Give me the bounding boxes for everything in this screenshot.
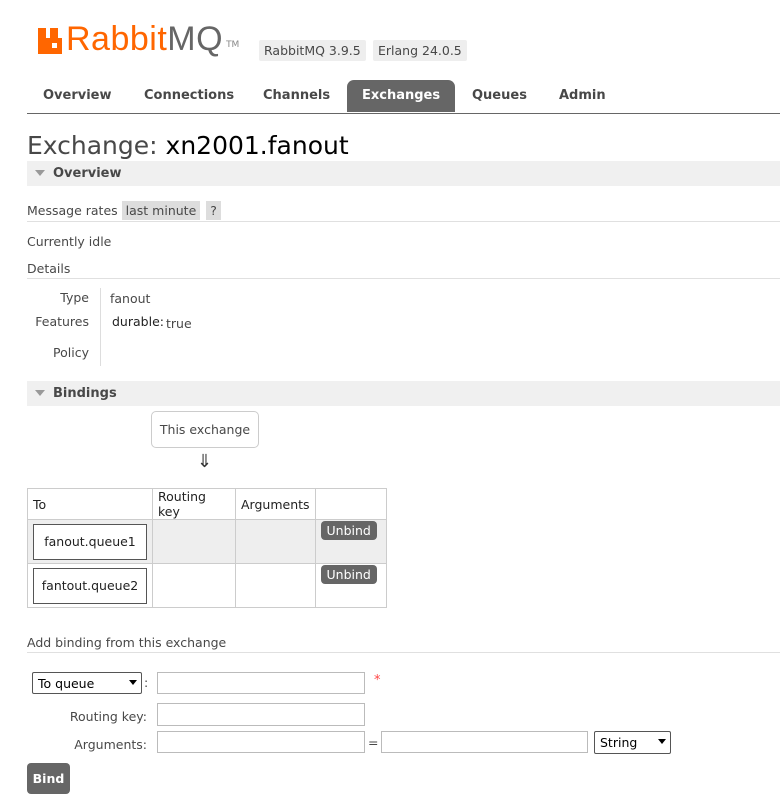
tab-connections[interactable]: Connections: [144, 80, 234, 112]
required-marker: *: [374, 673, 381, 688]
arguments-cell: [235, 563, 316, 608]
tab-overview[interactable]: Overview: [43, 80, 112, 112]
divider: [27, 278, 780, 279]
chevron-down-icon: [129, 680, 137, 685]
argument-type-select[interactable]: String: [594, 731, 671, 754]
feature-durable-key: durable:: [112, 314, 164, 329]
status-text: Currently idle: [27, 234, 112, 249]
destination-type-value: To queue: [38, 676, 95, 691]
routing-key-input[interactable]: [157, 703, 365, 726]
divider: [27, 221, 780, 222]
queue-link[interactable]: fantout.queue2: [33, 567, 147, 604]
main-nav: Overview Connections Channels Exchanges …: [27, 80, 780, 114]
column-header-arguments: Arguments: [235, 488, 316, 520]
tab-exchanges[interactable]: Exchanges: [347, 80, 456, 112]
overview-section-toggle[interactable]: Overview: [27, 161, 780, 186]
details-divider: [100, 288, 101, 366]
this-exchange-box: This exchange: [151, 411, 259, 448]
type-label: Type: [60, 290, 89, 305]
queue-link[interactable]: fanout.queue1: [33, 523, 147, 560]
erlang-version-badge: Erlang 24.0.5: [373, 40, 467, 61]
collapse-triangle-icon: [35, 389, 45, 396]
logo-trademark: TM: [226, 40, 240, 50]
collapse-triangle-icon: [35, 169, 45, 176]
down-arrow-icon: ⇓: [197, 451, 213, 472]
column-header-routing-key: Routing key: [152, 488, 236, 520]
exchange-name: xn2001.fanout: [165, 131, 349, 160]
arguments-cell: [235, 519, 316, 564]
routing-key-cell: [152, 563, 236, 608]
rabbitmq-logo: RabbitMQ TM: [38, 22, 240, 56]
policy-label: Policy: [53, 345, 89, 360]
destination-type-select[interactable]: To queue: [32, 672, 142, 694]
divider: [27, 652, 780, 653]
help-button[interactable]: ?: [206, 201, 221, 220]
destination-name-input[interactable]: [157, 672, 365, 694]
arguments-label: Arguments:: [74, 737, 147, 752]
type-value: fanout: [110, 291, 151, 306]
feature-durable-value: true: [166, 316, 192, 331]
unbind-button[interactable]: Unbind: [320, 565, 377, 584]
message-rates-label: Message rates: [27, 203, 118, 218]
argument-key-input[interactable]: [157, 731, 365, 753]
add-binding-heading: Add binding from this exchange: [27, 635, 227, 650]
message-rates-row: Message rates last minute ?: [27, 201, 221, 220]
tab-admin[interactable]: Admin: [559, 80, 606, 112]
bind-button[interactable]: Bind: [27, 763, 70, 794]
bindings-section-toggle[interactable]: Bindings: [27, 381, 780, 406]
rabbitmq-logo-icon: [38, 28, 62, 54]
table-row: fanout.queue1 Unbind: [27, 519, 387, 564]
column-header-to: To: [27, 488, 153, 520]
chevron-down-icon: [658, 739, 666, 744]
rabbitmq-version-badge: RabbitMQ 3.9.5: [259, 40, 366, 61]
routing-key-label: Routing key:: [69, 709, 147, 724]
routing-key-cell: [152, 519, 236, 564]
details-heading: Details: [27, 261, 71, 276]
bindings-table: To Routing key Arguments fanout.queue1 U…: [27, 488, 387, 608]
table-header-row: To Routing key Arguments: [27, 488, 387, 520]
overview-section-label: Overview: [53, 166, 122, 181]
page-title-prefix: Exchange:: [27, 131, 166, 160]
page-title: Exchange: xn2001.fanout: [27, 131, 349, 160]
equals-sign: =: [368, 735, 379, 750]
argument-value-input[interactable]: [381, 731, 588, 753]
column-header-actions: [314, 488, 387, 520]
destination-colon: :: [144, 675, 149, 690]
tab-channels[interactable]: Channels: [263, 80, 330, 112]
argument-type-value: String: [600, 735, 638, 750]
features-label: Features: [35, 314, 89, 329]
table-row: fantout.queue2 Unbind: [27, 563, 387, 608]
logo-text-mq: MQ: [167, 20, 224, 58]
logo-text-rabbit: Rabbit: [66, 20, 168, 58]
unbind-button[interactable]: Unbind: [320, 521, 377, 540]
message-rates-period-toggle[interactable]: last minute: [121, 201, 201, 220]
bindings-section-label: Bindings: [53, 386, 117, 401]
tab-queues[interactable]: Queues: [472, 80, 527, 112]
